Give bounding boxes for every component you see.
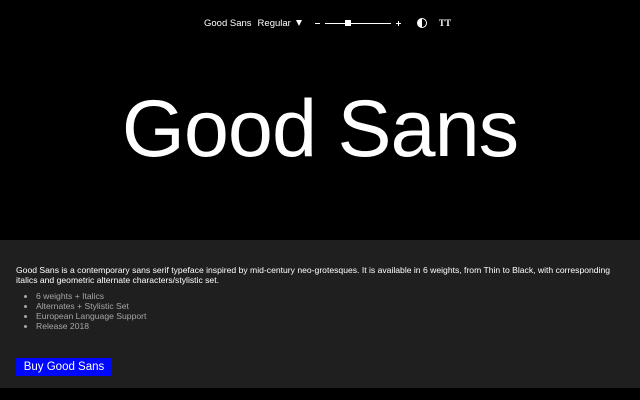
info-panel: Good Sans is a contemporary sans serif t… (0, 240, 640, 388)
feature-list: 6 weights + Italics Alternates + Stylist… (16, 291, 146, 331)
minus-icon[interactable] (314, 22, 320, 24)
font-description: Good Sans is a contemporary sans serif t… (16, 265, 611, 285)
specimen-controls: Good Sans Regular TT (204, 15, 451, 31)
type-specimen-page: Good Sans Regular TT Good Sans Good Sans… (0, 0, 640, 400)
specimen-text[interactable]: Good Sans (0, 74, 640, 184)
text-case-icon[interactable]: TT (439, 18, 451, 28)
contrast-icon[interactable] (416, 18, 427, 28)
size-slider[interactable] (324, 20, 391, 26)
feature-item: Release 2018 (36, 321, 146, 331)
caret-down-icon[interactable] (295, 19, 302, 26)
bottom-strip (0, 388, 640, 400)
weight-select[interactable]: Regular (258, 18, 291, 29)
plus-icon[interactable] (395, 20, 401, 26)
feature-item: European Language Support (36, 311, 146, 321)
font-name-label: Good Sans (204, 17, 252, 29)
size-slider-thumb[interactable] (344, 20, 351, 26)
feature-item: 6 weights + Italics (36, 291, 146, 301)
buy-button[interactable]: Buy Good Sans (16, 358, 112, 376)
feature-item: Alternates + Stylistic Set (36, 301, 146, 311)
